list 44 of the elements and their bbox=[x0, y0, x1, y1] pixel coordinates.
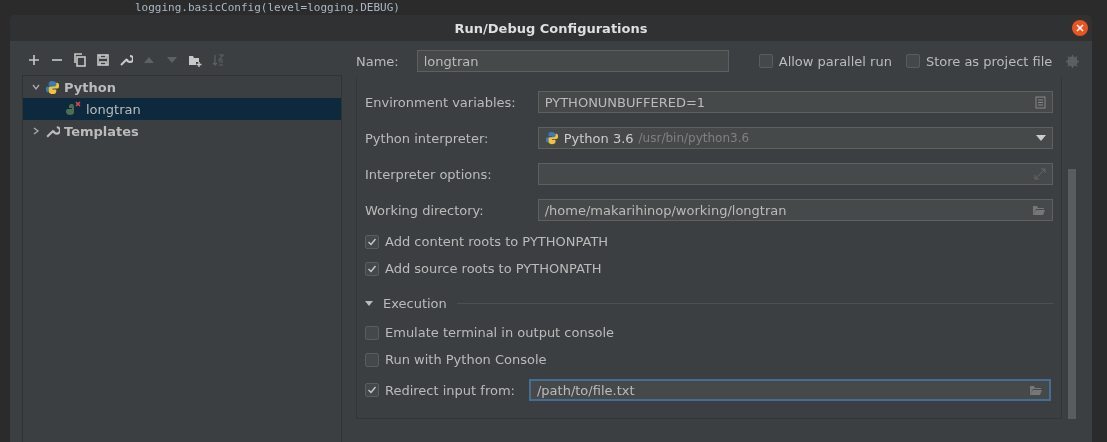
code-line: logging.basicConfig(level=logging.DEBUG) bbox=[135, 0, 400, 15]
field-label: Interpreter options: bbox=[365, 166, 493, 182]
name-label: Name: bbox=[356, 53, 399, 69]
window-title: Run/Debug Configurations bbox=[454, 20, 648, 36]
check-icon bbox=[367, 236, 377, 247]
redirect-checkbox[interactable]: Redirect input from: bbox=[365, 382, 515, 398]
interpreter-dropdown[interactable]: Python 3.6 /usr/bin/python3.6 bbox=[537, 127, 1053, 149]
field-label: Working directory: bbox=[365, 202, 485, 218]
scrollbar-thumb[interactable] bbox=[1068, 169, 1076, 419]
folder-icon[interactable] bbox=[188, 53, 202, 67]
option-checkbox[interactable]: Emulate terminal in output console bbox=[365, 325, 1053, 340]
input-field[interactable]: PYTHONUNBUFFERED=1 bbox=[537, 91, 1053, 113]
option-checkbox[interactable]: Allow parallel run bbox=[758, 53, 892, 69]
gear-icon[interactable] bbox=[1066, 54, 1080, 68]
input-field[interactable]: /home/makarihinop/working/longtran bbox=[537, 199, 1053, 221]
field-label: Environment variables: bbox=[365, 94, 517, 110]
close-button[interactable] bbox=[1072, 20, 1088, 36]
document-icon[interactable] bbox=[1035, 95, 1046, 109]
save-icon[interactable] bbox=[96, 53, 110, 67]
tree-item[interactable]: Templates bbox=[23, 120, 341, 142]
tree-item[interactable]: Python bbox=[23, 76, 341, 98]
field-label: Python interpreter: bbox=[365, 130, 490, 146]
python-icon bbox=[45, 79, 60, 95]
section-toggle[interactable]: Execution bbox=[365, 296, 447, 311]
check-icon bbox=[367, 263, 377, 274]
input-field[interactable]: /path/to/file.txt bbox=[528, 379, 1051, 401]
dropdown-arrow-icon bbox=[1036, 135, 1046, 141]
add-icon[interactable] bbox=[27, 53, 41, 67]
name-field[interactable]: longtran bbox=[416, 50, 729, 72]
input-field[interactable] bbox=[537, 163, 1053, 185]
option-checkbox[interactable]: Run with Python Console bbox=[365, 352, 1053, 367]
chevron-icon[interactable] bbox=[31, 82, 41, 92]
copy-icon[interactable] bbox=[73, 53, 87, 67]
expand-icon[interactable] bbox=[1034, 168, 1046, 180]
option-checkbox[interactable]: Add source roots to PYTHONPATH bbox=[365, 261, 1053, 276]
close-icon bbox=[1075, 23, 1085, 33]
option-checkbox[interactable]: Add content roots to PYTHONPATH bbox=[365, 234, 1053, 249]
chevron-icon[interactable] bbox=[31, 126, 41, 136]
python-icon bbox=[544, 131, 559, 145]
python-error-icon bbox=[65, 101, 82, 117]
tree-item[interactable]: longtran bbox=[23, 98, 341, 120]
caret-icon bbox=[365, 300, 373, 307]
check-icon bbox=[367, 385, 377, 395]
option-checkbox[interactable]: Store as project file bbox=[905, 53, 1053, 69]
